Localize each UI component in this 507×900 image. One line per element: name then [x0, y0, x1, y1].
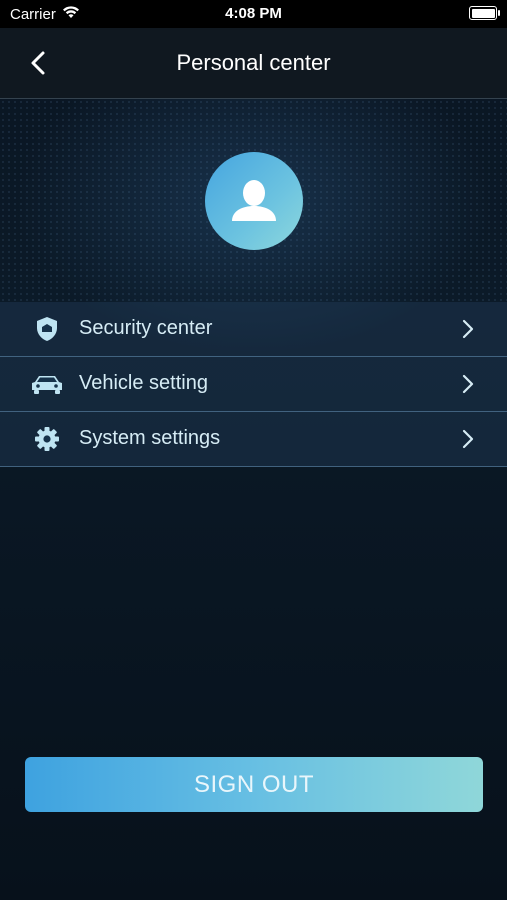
status-bar: Carrier 4:08 PM — [0, 0, 507, 28]
chevron-right-icon — [462, 429, 474, 449]
shield-icon — [30, 316, 64, 342]
menu-item-vehicle-setting[interactable]: Vehicle setting — [0, 357, 507, 412]
menu-item-system-settings[interactable]: System settings — [0, 412, 507, 467]
status-time: 4:08 PM — [225, 5, 282, 22]
menu-item-security-center[interactable]: Security center — [0, 302, 507, 357]
gear-icon — [30, 426, 64, 452]
menu-item-label: Vehicle setting — [79, 372, 208, 394]
settings-menu: Security center Vehicle setting System s… — [0, 302, 507, 467]
chevron-right-icon — [462, 374, 474, 394]
nav-bar: Personal center — [0, 28, 507, 99]
page-title: Personal center — [176, 50, 331, 75]
menu-item-label: Security center — [79, 317, 213, 339]
battery-icon — [469, 6, 500, 20]
chevron-right-icon — [462, 319, 474, 339]
user-icon — [232, 180, 276, 221]
menu-item-label: System settings — [79, 427, 221, 449]
avatar[interactable] — [205, 152, 303, 250]
car-icon — [30, 371, 64, 397]
sign-out-button[interactable]: SIGN OUT — [25, 757, 483, 812]
